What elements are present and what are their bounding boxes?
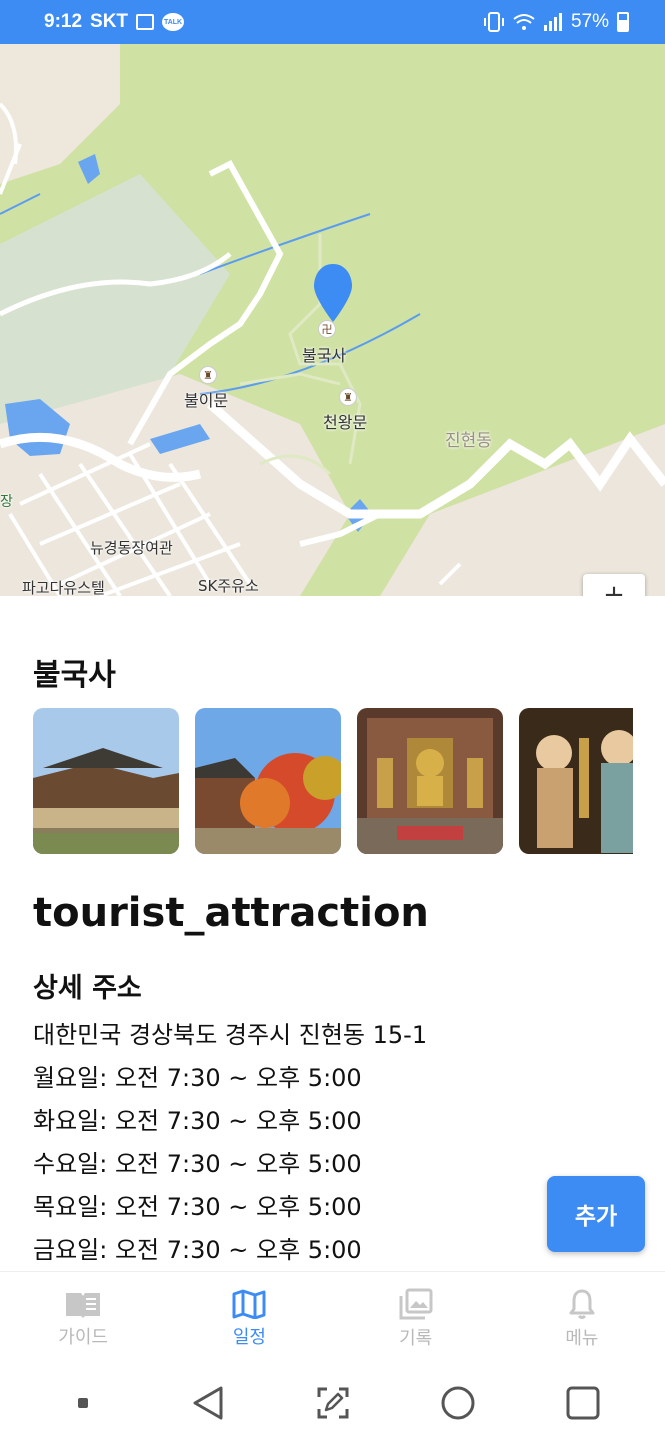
back-triangle-icon <box>193 1386 222 1419</box>
map-label-bulguksa[interactable]: 불국사 <box>302 342 346 366</box>
nav-menu[interactable]: 메뉴 <box>499 1272 665 1365</box>
place-photo[interactable] <box>33 708 179 854</box>
bottom-navigation: 가이드 일정 기록 메뉴 <box>0 1271 665 1365</box>
book-icon <box>66 1292 101 1318</box>
photo-image-1 <box>33 708 179 854</box>
nav-record[interactable]: 기록 <box>333 1272 499 1365</box>
map-label-bulimun[interactable]: 불이문 <box>184 387 228 411</box>
photo-image-4 <box>519 708 633 854</box>
map-label-newgyeongdong[interactable]: 뉴경동장여관 <box>90 537 173 558</box>
signal-icon <box>543 13 562 31</box>
zoom-in-button[interactable]: + <box>583 574 645 596</box>
status-left: 9:12 SKT TALK <box>44 11 185 33</box>
add-button[interactable]: 추가 <box>547 1176 645 1252</box>
screenshot-edit-button[interactable] <box>303 1373 363 1433</box>
wifi-icon <box>513 14 535 30</box>
map-label-sk[interactable]: SK주유소 <box>198 575 259 596</box>
square-dot-icon <box>77 1397 88 1408</box>
home-circle-icon <box>441 1386 474 1419</box>
gallery-notification-icon <box>136 14 155 30</box>
map-icon <box>232 1289 266 1319</box>
place-name: 불국사 <box>33 658 116 693</box>
map-canvas[interactable] <box>0 44 665 596</box>
temple-poi-icon[interactable]: 卍 <box>318 320 336 338</box>
battery-percent: 57% <box>570 11 609 32</box>
back-button[interactable] <box>178 1373 238 1433</box>
nav-schedule[interactable]: 일정 <box>166 1272 332 1365</box>
recents-square-icon <box>566 1386 599 1419</box>
hours-thursday: 목요일: 오전 7:30 ~ 오후 5:00 <box>33 1193 362 1221</box>
photo-library-icon <box>399 1288 433 1319</box>
address-heading: 상세 주소 <box>33 973 142 1004</box>
vibrate-icon <box>483 12 504 32</box>
photo-carousel[interactable] <box>33 708 633 854</box>
recent-dot-button[interactable] <box>53 1373 113 1433</box>
map-label-jang: 장 <box>0 494 13 510</box>
talk-label: TALK <box>163 18 183 26</box>
battery-icon <box>617 12 629 32</box>
nav-guide[interactable]: 가이드 <box>0 1272 166 1365</box>
place-photo[interactable] <box>357 708 503 854</box>
place-photo[interactable] <box>519 708 633 854</box>
hours-wednesday: 수요일: 오전 7:30 ~ 오후 5:00 <box>33 1150 362 1178</box>
map-label-jinhyeondong: 진현동 <box>445 431 492 451</box>
edit-capture-icon <box>317 1387 348 1418</box>
bell-icon <box>569 1289 595 1319</box>
address-text: 대한민국 경상북도 경주시 진현동 15-1 <box>33 1021 428 1049</box>
nav-record-label: 기록 <box>399 1327 433 1349</box>
address-and-hours: 대한민국 경상북도 경주시 진현동 15-1 월요일: 오전 7:30 ~ 오후… <box>33 1014 427 1271</box>
nav-guide-label: 가이드 <box>58 1326 108 1348</box>
nav-menu-label: 메뉴 <box>565 1327 599 1349</box>
gate-poi-icon[interactable]: ♜ <box>199 366 217 384</box>
status-time: 9:12 <box>44 11 83 32</box>
place-photo[interactable] <box>195 708 341 854</box>
nav-schedule-label: 일정 <box>232 1326 266 1348</box>
map-label-cheonwangmun[interactable]: 천왕문 <box>323 409 367 433</box>
hours-tuesday: 화요일: 오전 7:30 ~ 오후 5:00 <box>33 1107 362 1135</box>
photo-image-3 <box>357 708 503 854</box>
status-right: 57% <box>483 11 629 33</box>
system-navigation <box>0 1365 665 1440</box>
kakaotalk-notification-icon: TALK <box>162 13 185 31</box>
gate-poi-icon[interactable]: ♜ <box>339 388 357 406</box>
status-carrier: SKT <box>90 11 129 32</box>
status-bar: 9:12 SKT TALK 57% <box>0 0 665 44</box>
place-category: tourist_attraction <box>33 890 429 936</box>
hours-friday: 금요일: 오전 7:30 ~ 오후 5:00 <box>33 1236 362 1264</box>
place-details: 불국사 tourist_attraction 상세 주소 대한민국 경상북도 경… <box>0 596 665 1271</box>
recents-button[interactable] <box>553 1373 613 1433</box>
map-view[interactable]: 卍 불국사 ♜ 불이문 ♜ 천왕문 진현동 장 뉴경동장여관 파고다유스텔 SK… <box>0 44 665 596</box>
hours-monday: 월요일: 오전 7:30 ~ 오후 5:00 <box>33 1064 362 1092</box>
map-label-pagoda[interactable]: 파고다유스텔 <box>22 577 105 596</box>
photo-image-2 <box>195 708 341 854</box>
home-button[interactable] <box>428 1373 488 1433</box>
